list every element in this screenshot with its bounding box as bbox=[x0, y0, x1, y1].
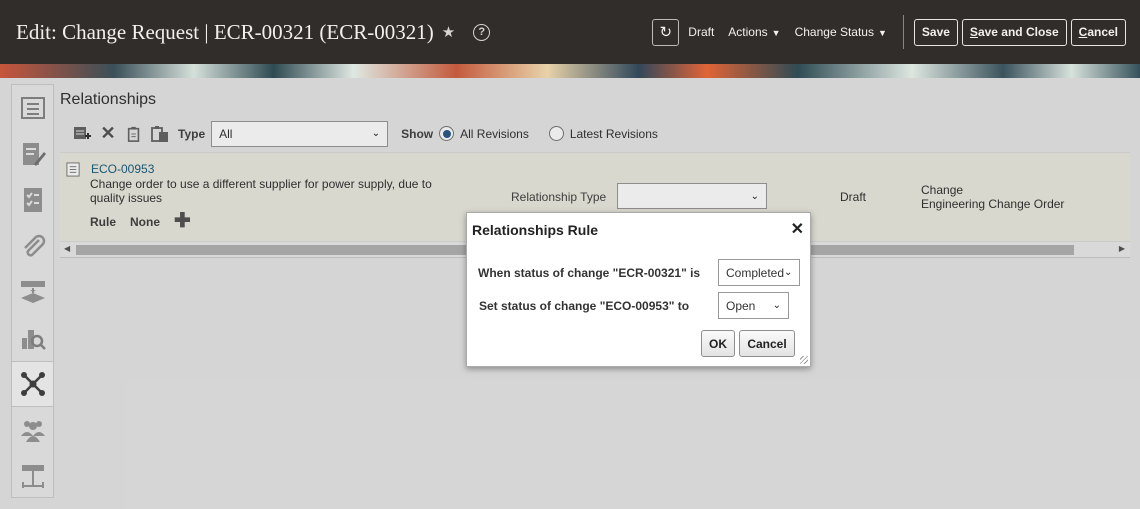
accesskey-c: C bbox=[1078, 25, 1088, 39]
help-icon[interactable]: ? bbox=[473, 23, 491, 41]
caret-down-icon: ▼ bbox=[771, 28, 781, 38]
refresh-icon[interactable]: ↻ bbox=[652, 18, 680, 46]
target-status-value: Open bbox=[726, 298, 756, 313]
source-status-value: Completed bbox=[726, 265, 785, 280]
target-status-select[interactable]: Open ⌄ bbox=[718, 292, 789, 319]
favorite-star-icon[interactable]: ★ bbox=[442, 23, 455, 41]
dialog-title: Relationships Rule bbox=[472, 222, 599, 238]
save-and-close-button[interactable]: Save and Close bbox=[961, 18, 1067, 46]
actions-menu-label: Actions bbox=[728, 25, 768, 39]
save-button[interactable]: Save bbox=[913, 18, 958, 46]
source-status-label: When status of change "ECR-00321" is bbox=[478, 266, 701, 280]
decorative-banner bbox=[0, 64, 1140, 78]
divider bbox=[902, 15, 904, 49]
chevron-down-icon: ⌄ bbox=[784, 267, 793, 278]
dialog-cancel-button[interactable]: Cancel bbox=[739, 330, 795, 357]
close-icon[interactable]: ✕ bbox=[791, 219, 804, 239]
actions-menu[interactable]: Actions ▼ bbox=[728, 25, 780, 39]
cancel-label: ancel bbox=[1087, 25, 1118, 39]
resize-grip-icon[interactable] bbox=[800, 356, 808, 364]
status-label: Draft bbox=[688, 25, 715, 39]
accesskey-s: S bbox=[969, 25, 978, 39]
change-status-label: Change Status bbox=[794, 25, 874, 39]
page-header: Edit: Change Request | ECR-00321 (ECR-00… bbox=[0, 0, 1140, 64]
caret-down-icon: ▼ bbox=[877, 28, 887, 38]
target-status-label: Set status of change "ECO-00953" to bbox=[479, 299, 690, 313]
save-and-close-label: ave and Close bbox=[977, 25, 1059, 39]
ok-button[interactable]: OK bbox=[701, 330, 735, 357]
change-status-menu[interactable]: Change Status ▼ bbox=[795, 25, 887, 39]
relationships-rule-dialog: Relationships Rule ✕ When status of chan… bbox=[466, 212, 811, 367]
page-title: Edit: Change Request | ECR-00321 (ECR-00… bbox=[16, 19, 434, 44]
chevron-down-icon: ⌄ bbox=[772, 300, 781, 311]
source-status-select[interactable]: Completed ⌄ bbox=[718, 259, 800, 286]
cancel-button[interactable]: Cancel bbox=[1070, 18, 1126, 46]
